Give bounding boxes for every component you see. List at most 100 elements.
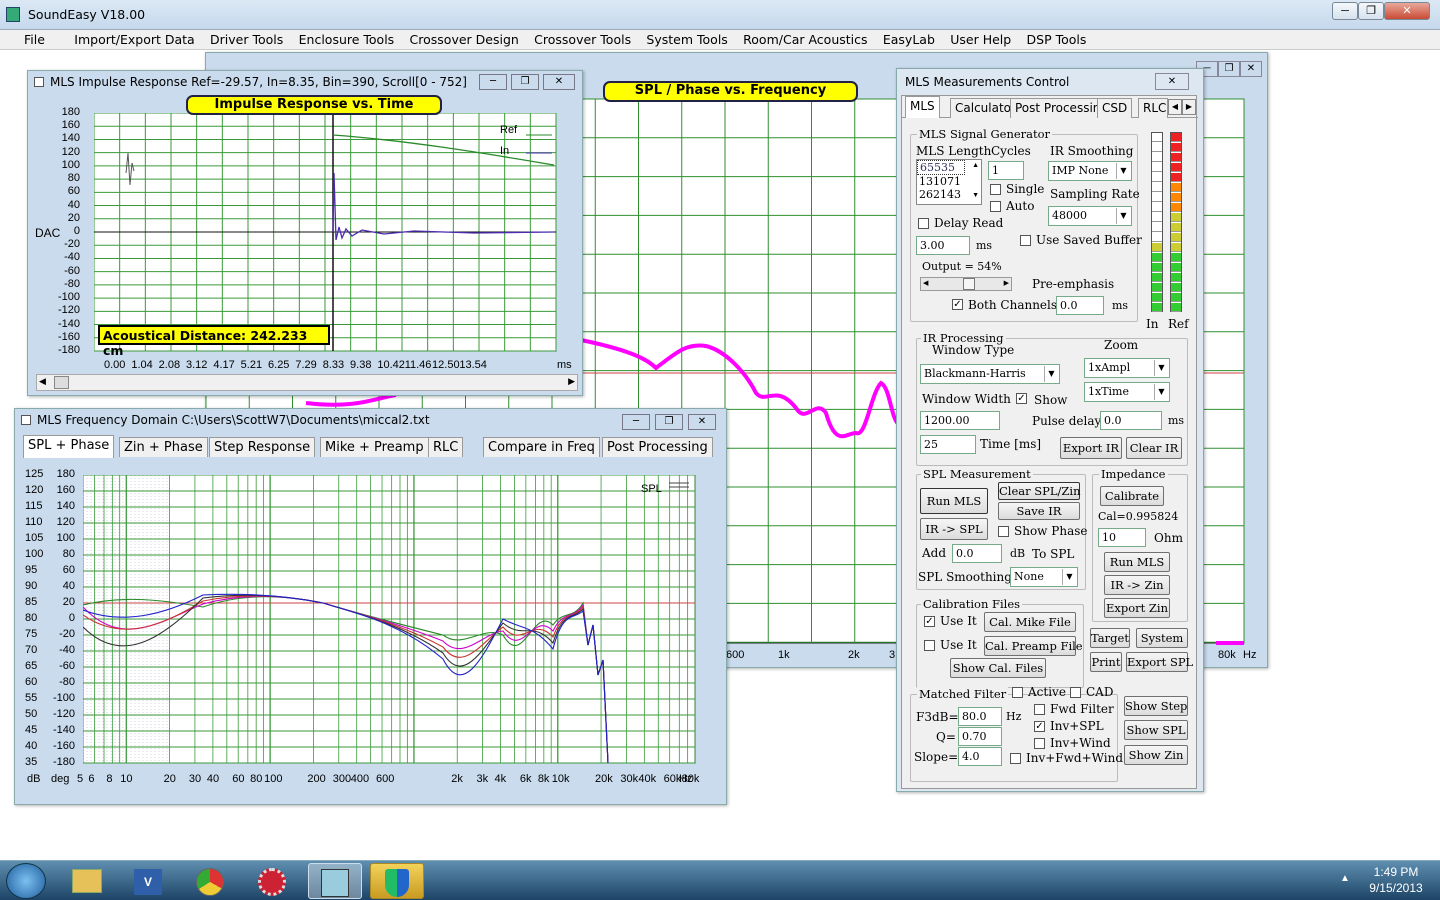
f3db-input[interactable] [958,707,1002,726]
both-channels-checkbox[interactable]: ✓ [952,299,963,310]
ohm-input[interactable] [1098,528,1146,547]
shield-icon[interactable] [370,863,424,899]
zoom-ampl-select[interactable]: 1xAmpl ▼ [1084,358,1170,378]
menu-crossover-tools[interactable]: Crossover Tools [528,30,637,49]
tab-scroll-left-icon[interactable]: ◀ [1168,99,1182,115]
slider-left-icon[interactable]: ◀ [923,279,928,287]
slope-input[interactable] [958,747,1002,766]
target-button[interactable]: Target [1090,628,1130,648]
tab-spl-phase[interactable]: SPL + Phase [23,435,115,458]
gear-app-icon[interactable] [246,863,300,899]
chevron-down-icon[interactable]: ▼ [1116,208,1130,224]
menu-import-export[interactable]: Import/Export Data [68,30,200,49]
start-button[interactable] [6,863,46,899]
use-preamp-cal-checkbox[interactable] [924,640,935,651]
ir-to-spl-button[interactable]: IR -> SPL [920,518,988,540]
run-mls-zin-button[interactable]: Run MLS [1104,552,1170,572]
tab-rlc[interactable]: RLC [1138,98,1168,118]
cycles-input[interactable] [988,161,1024,180]
tab-compare-freq[interactable]: Compare in Freq [483,437,600,457]
sampling-rate-select[interactable]: 48000 ▼ [1048,206,1132,226]
show-cal-files-button[interactable]: Show Cal. Files [950,658,1046,678]
slider-thumb[interactable] [963,278,976,290]
pulse-delay-input[interactable] [1100,411,1162,430]
cad-checkbox[interactable] [1070,687,1081,698]
print-button[interactable]: Print [1090,652,1122,672]
list-scroll-down-icon[interactable]: ▼ [972,192,979,199]
close-icon[interactable]: ✕ [543,74,575,90]
inv-fwd-wind-checkbox[interactable] [1010,753,1021,764]
delay-read-checkbox[interactable] [918,218,929,229]
time-input[interactable] [920,435,976,454]
maximize-icon[interactable]: ❐ [511,74,539,90]
menu-dsp-tools[interactable]: DSP Tools [1021,30,1093,49]
clear-spl-zin-button[interactable]: Clear SPL/Zin [998,482,1081,500]
window-type-select[interactable]: Blackmann-Harris ▼ [920,364,1060,384]
list-item[interactable]: 131071 [917,175,981,188]
menu-easylab[interactable]: EasyLab [877,30,941,49]
list-scroll-up-icon[interactable]: ▲ [972,162,979,169]
ir-to-zin-button[interactable]: IR -> Zin [1104,575,1170,595]
export-zin-button[interactable]: Export Zin [1104,598,1170,618]
menu-user-help[interactable]: User Help [944,30,1017,49]
inv-wind-checkbox[interactable] [1034,738,1045,749]
active-checkbox[interactable] [1012,687,1023,698]
chrome-icon[interactable] [184,863,238,899]
mls-control-window[interactable]: MLS Measurements Control ✕ MLS Calculato… [896,68,1204,792]
delay-input[interactable] [916,236,970,255]
menu-crossover-design[interactable]: Crossover Design [404,30,525,49]
show-spl-button[interactable]: Show SPL [1124,720,1188,740]
output-slider[interactable]: ◀ ▶ [920,277,1012,291]
export-ir-button[interactable]: Export IR [1060,437,1122,459]
menu-room-car[interactable]: Room/Car Acoustics [737,30,873,49]
use-saved-buffer-checkbox[interactable] [1020,235,1031,246]
maximize-icon[interactable]: ❐ [1358,2,1384,20]
single-checkbox[interactable] [990,184,1001,195]
mls-length-list[interactable]: 65535 131071 262143 ▲ ▼ [916,159,982,205]
tab-step-response[interactable]: Step Response [209,437,316,457]
cal-mike-file-button[interactable]: Cal. Mike File [984,612,1076,632]
add-db-input[interactable] [952,544,1002,563]
menu-file[interactable]: File [18,30,51,49]
run-mls-spl-button[interactable]: Run MLS [920,488,988,514]
scroll-left-icon[interactable]: ◀ [39,376,46,387]
list-item[interactable]: 65535 [917,160,965,175]
fwd-filter-checkbox[interactable] [1034,704,1045,715]
menu-system-tools[interactable]: System Tools [640,30,733,49]
cal-preamp-file-button[interactable]: Cal. Preamp File [984,636,1083,656]
spl-smoothing-select[interactable]: None ▼ [1010,567,1078,587]
clock-time[interactable]: 1:49 PM [1366,865,1426,879]
auto-checkbox[interactable] [990,201,1001,212]
export-spl-button[interactable]: Export SPL [1126,652,1193,672]
close-icon[interactable]: ✕ [1155,73,1189,90]
pre-emphasis-input[interactable] [1056,296,1104,315]
tab-mls[interactable]: MLS [905,96,940,118]
zoom-time-select[interactable]: 1xTime ▼ [1084,382,1170,402]
tab-zin-phase[interactable]: Zin + Phase [119,437,208,457]
show-window-checkbox[interactable]: ✓ [1016,393,1027,404]
tab-scroll-right-icon[interactable]: ▶ [1182,99,1196,115]
frequency-domain-window[interactable]: MLS Frequency Domain C:\Users\ScottW7\Do… [14,408,727,805]
close-icon[interactable]: ✕ [688,414,716,430]
minimize-icon[interactable]: ─ [1332,2,1358,20]
show-step-button[interactable]: Show Step [1124,696,1188,716]
clock-date[interactable]: 9/15/2013 [1362,881,1430,895]
show-phase-checkbox[interactable] [998,526,1009,537]
impulse-response-window[interactable]: MLS Impulse Response Ref=-29.57, In=8.35… [27,70,583,396]
tab-rlc[interactable]: RLC [428,437,464,457]
window-width-input[interactable] [920,411,1000,430]
calibrate-button[interactable]: Calibrate [1100,486,1164,506]
explorer-icon[interactable] [60,863,114,899]
maximize-icon[interactable]: ❐ [655,414,683,430]
menu-driver-tools[interactable]: Driver Tools [204,30,289,49]
minimize-icon[interactable]: ─ [479,74,507,90]
tab-csd[interactable]: CSD [1097,98,1133,118]
slider-right-icon[interactable]: ▶ [1004,279,1009,287]
close-icon[interactable]: ✕ [1384,2,1430,20]
chevron-down-icon[interactable]: ▼ [1044,366,1058,382]
scroll-thumb[interactable] [54,376,69,389]
chevron-down-icon[interactable]: ▼ [1116,163,1130,179]
save-ir-button[interactable]: Save IR [998,502,1080,520]
clear-ir-button[interactable]: Clear IR [1126,437,1182,459]
tray-chevron-icon[interactable]: ▲ [1340,873,1350,884]
